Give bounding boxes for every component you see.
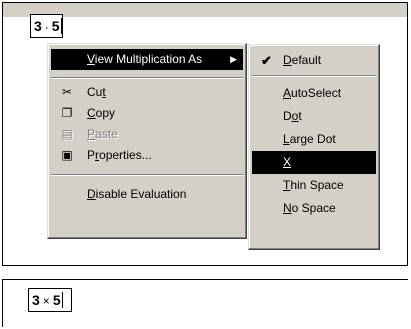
menu-item-label: Properties... <box>87 148 152 162</box>
submenu-item-label: Default <box>283 53 322 67</box>
multiplication-operator: × <box>42 294 50 308</box>
panel-header-shade <box>3 3 407 17</box>
menu-separator <box>252 75 376 77</box>
submenu-item-label: No Space <box>283 201 336 215</box>
submenu-item-label: X <box>283 155 292 169</box>
scissors-icon: ✂ <box>61 85 73 99</box>
submenu-item-default[interactable]: ✔ Default <box>252 49 376 72</box>
menu-item-view-multiplication-as[interactable]: View Multiplication As ▶ <box>51 49 243 70</box>
menu-item-cut[interactable]: ✂ Cut <box>51 82 243 103</box>
insertion-cursor <box>60 18 62 34</box>
menu-item-label: View Multiplication As <box>87 52 203 66</box>
math-expression-after[interactable]: 3 × 5 <box>28 288 72 312</box>
submenu-item-label: AutoSelect <box>283 86 342 100</box>
submenu-item-dot[interactable]: Dot <box>252 105 376 128</box>
submenu-arrow-icon: ▶ <box>230 54 237 64</box>
multiplication-submenu: ✔ Default AutoSelect Dot Large Dot X Thi… <box>248 44 380 250</box>
menu-item-label: Cut <box>87 85 106 99</box>
submenu-item-x[interactable]: X <box>252 151 376 174</box>
math-expression-before[interactable]: 3 · 5 <box>30 14 63 38</box>
menu-item-properties[interactable]: ▣ Properties... <box>51 145 243 166</box>
submenu-item-no-space[interactable]: No Space <box>252 197 376 220</box>
insertion-cursor <box>61 292 63 308</box>
submenu-item-label: Large Dot <box>283 132 336 146</box>
context-menu: View Multiplication As ▶ ✂ Cut ❐ Copy ▤ … <box>47 43 247 239</box>
submenu-item-label: Dot <box>283 109 302 123</box>
properties-icon: ▣ <box>61 148 73 162</box>
operand-left: 3 <box>32 292 40 308</box>
submenu-item-label: Thin Space <box>283 178 344 192</box>
multiplication-operator: · <box>44 20 49 34</box>
submenu-item-thin-space[interactable]: Thin Space <box>252 174 376 197</box>
checkmark-icon: ✔ <box>261 53 272 68</box>
menu-item-paste: ▤ Paste <box>51 124 243 145</box>
menu-item-label: Disable Evaluation <box>87 187 187 201</box>
menu-item-label: Copy <box>87 106 116 120</box>
submenu-item-large-dot[interactable]: Large Dot <box>252 128 376 151</box>
menu-item-copy[interactable]: ❐ Copy <box>51 103 243 124</box>
menu-item-label: Paste <box>87 127 118 141</box>
copy-icon: ❐ <box>61 106 73 120</box>
operand-right: 5 <box>51 18 60 34</box>
submenu-item-autoselect[interactable]: AutoSelect <box>252 82 376 105</box>
menu-separator <box>51 174 243 176</box>
operand-left: 3 <box>34 18 42 34</box>
operand-right: 5 <box>52 292 61 308</box>
menu-separator <box>51 77 243 79</box>
clipboard-icon: ▤ <box>61 127 73 141</box>
menu-item-disable-evaluation[interactable]: Disable Evaluation <box>51 184 243 205</box>
